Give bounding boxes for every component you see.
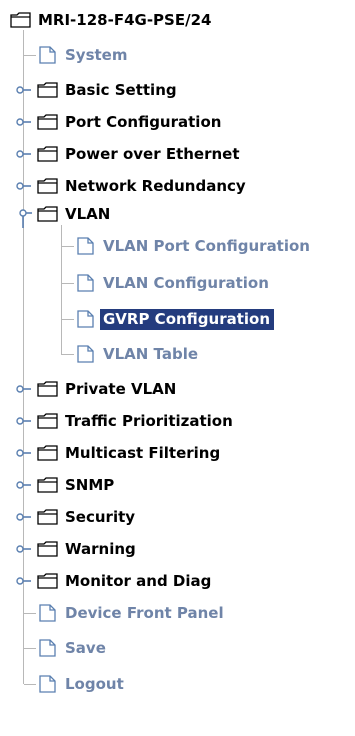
tree-item-label: Private VLAN — [65, 380, 177, 398]
expand-handle-icon[interactable] — [16, 415, 32, 427]
tree-item-warning[interactable]: Warning — [37, 537, 136, 561]
tree-item-port-configuration[interactable]: Port Configuration — [37, 110, 221, 134]
expand-handle-icon[interactable] — [16, 479, 32, 491]
expand-handle-icon[interactable] — [16, 84, 32, 96]
tree-item-multicast-filtering[interactable]: Multicast Filtering — [37, 441, 220, 465]
tree-branch — [62, 283, 74, 284]
tree-item-label: Device Front Panel — [65, 604, 224, 622]
tree-item-label: VLAN Configuration — [103, 274, 269, 292]
tree-item-label-selected: GVRP Configuration — [100, 308, 275, 330]
tree-branch — [24, 613, 36, 614]
tree-line-tail — [23, 658, 24, 684]
tree-item-traffic-prioritization[interactable]: Traffic Prioritization — [37, 409, 233, 433]
tree-item-vlan-table[interactable]: VLAN Table — [75, 342, 198, 366]
folder-icon — [37, 572, 59, 590]
tree-item-monitor-and-diag[interactable]: Monitor and Diag — [37, 569, 211, 593]
tree-item-label: Traffic Prioritization — [65, 412, 233, 430]
expand-handle-icon[interactable] — [16, 180, 32, 192]
tree-branch — [24, 55, 36, 56]
tree-item-label: Save — [65, 639, 106, 657]
tree-root-label: MRI-128-F4G-PSE/24 — [38, 11, 212, 29]
tree-item-vlan-port-configuration[interactable]: VLAN Port Configuration — [75, 234, 310, 258]
page-icon — [75, 274, 97, 292]
expand-handle-icon[interactable] — [16, 575, 32, 587]
tree-item-label: Port Configuration — [65, 113, 222, 131]
tree-branch — [24, 684, 36, 685]
tree-root[interactable]: MRI-128-F4G-PSE/24 — [10, 8, 211, 32]
tree-item-label: Warning — [65, 540, 136, 558]
folder-icon — [37, 508, 59, 526]
tree-branch — [62, 246, 74, 247]
folder-icon — [37, 177, 59, 195]
tree-item-label: System — [65, 46, 128, 64]
page-icon — [75, 237, 97, 255]
expand-handle-icon[interactable] — [16, 383, 32, 395]
tree-item-label: VLAN — [65, 205, 111, 223]
tree-item-security[interactable]: Security — [37, 505, 135, 529]
page-icon — [37, 604, 59, 622]
tree-item-system[interactable]: System — [37, 43, 127, 67]
tree-item-snmp[interactable]: SNMP — [37, 473, 114, 497]
page-icon — [37, 639, 59, 657]
expand-handle-icon[interactable] — [16, 148, 32, 160]
tree-item-vlan-configuration[interactable]: VLAN Configuration — [75, 271, 269, 295]
folder-icon — [37, 113, 59, 131]
tree-item-label: Logout — [65, 675, 124, 693]
tree-item-label: Power over Ethernet — [65, 145, 240, 163]
tree-item-vlan[interactable]: VLAN — [37, 202, 110, 226]
tree-item-label: Multicast Filtering — [65, 444, 221, 462]
folder-icon — [37, 412, 59, 430]
folder-icon — [37, 476, 59, 494]
tree-branch — [62, 319, 74, 320]
page-icon — [75, 345, 97, 363]
expand-handle-icon[interactable] — [16, 511, 32, 523]
tree-item-label: Basic Setting — [65, 81, 177, 99]
tree-item-private-vlan[interactable]: Private VLAN — [37, 377, 176, 401]
folder-icon — [37, 81, 59, 99]
tree-item-logout[interactable]: Logout — [37, 672, 124, 696]
tree-item-label: Monitor and Diag — [65, 572, 212, 590]
tree-item-network-redundancy[interactable]: Network Redundancy — [37, 174, 246, 198]
tree-item-basic-setting[interactable]: Basic Setting — [37, 78, 177, 102]
folder-icon — [10, 11, 32, 29]
navigation-tree: MRI-128-F4G-PSE/24 System Basic Setting … — [0, 0, 355, 736]
tree-line-vlan — [61, 225, 62, 355]
tree-item-gvrp-configuration[interactable]: GVRP Configuration — [75, 307, 275, 331]
tree-item-label: VLAN Table — [103, 345, 199, 363]
tree-item-label: VLAN Port Configuration — [103, 237, 310, 255]
folder-icon — [37, 444, 59, 462]
expand-handle-icon[interactable] — [16, 543, 32, 555]
page-icon — [37, 675, 59, 693]
expand-handle-icon[interactable] — [16, 116, 32, 128]
expand-handle-icon[interactable] — [16, 447, 32, 459]
tree-branch — [62, 354, 74, 355]
tree-item-save[interactable]: Save — [37, 636, 106, 660]
tree-item-label: Security — [65, 508, 136, 526]
folder-icon — [37, 540, 59, 558]
folder-icon — [37, 145, 59, 163]
tree-item-label: SNMP — [65, 476, 115, 494]
tree-branch — [24, 648, 36, 649]
tree-item-power-over-ethernet[interactable]: Power over Ethernet — [37, 142, 240, 166]
tree-item-label: Network Redundancy — [65, 177, 246, 195]
page-icon — [75, 310, 97, 328]
folder-icon — [37, 380, 59, 398]
page-icon — [37, 46, 59, 64]
tree-item-device-front-panel[interactable]: Device Front Panel — [37, 601, 224, 625]
collapse-handle-icon[interactable] — [16, 208, 32, 228]
folder-icon — [37, 205, 59, 223]
